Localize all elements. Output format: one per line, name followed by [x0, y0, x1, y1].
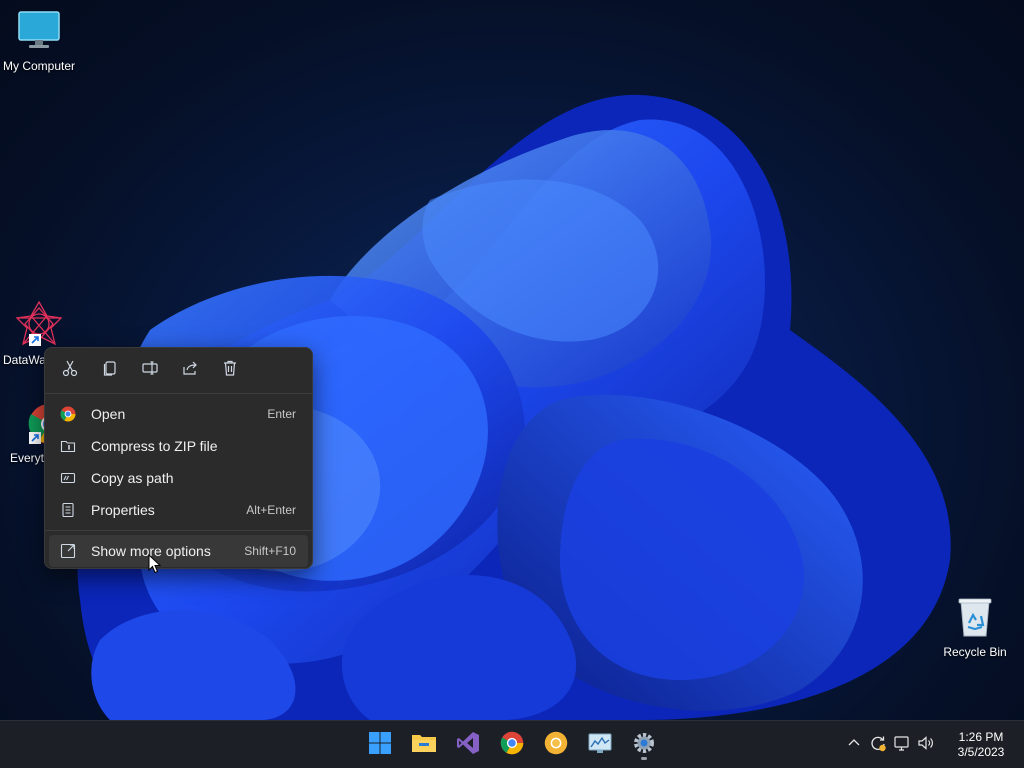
context-menu-list: Open Enter Compress to ZIP file Copy as … [45, 394, 312, 567]
rename-icon [141, 359, 159, 382]
menu-item-copy-as-path[interactable]: Copy as path [49, 462, 308, 494]
menu-item-shortcut: Alt+Enter [246, 503, 296, 517]
mouse-cursor-icon [148, 553, 162, 579]
recycle-bin-icon [936, 596, 1014, 641]
monitor-chart-icon [588, 732, 612, 759]
datawave-icon [0, 300, 78, 349]
menu-item-shortcut: Enter [267, 407, 296, 421]
menu-separator [45, 530, 312, 531]
taskbar-app-visual-studio[interactable] [450, 727, 486, 763]
chrome-icon [500, 731, 524, 760]
show-hidden-icons-button[interactable] [842, 733, 866, 757]
menu-item-show-more-options[interactable]: Show more options Shift+F10 [49, 535, 308, 567]
taskbar-app-resource-monitor[interactable] [582, 727, 618, 763]
cut-button[interactable] [55, 356, 85, 386]
speaker-icon [917, 734, 935, 757]
desktop-icon-label: Recycle Bin [943, 645, 1007, 659]
taskbar-app-settings[interactable] [626, 727, 662, 763]
desktop-icon-my-computer[interactable]: My Computer [0, 8, 78, 73]
share-icon [181, 359, 199, 382]
system-tray [842, 721, 938, 768]
scissors-icon [61, 359, 79, 382]
menu-item-properties[interactable]: Properties Alt+Enter [49, 494, 308, 526]
windows-start-icon [368, 731, 392, 760]
start-button[interactable] [362, 727, 398, 763]
delete-button[interactable] [215, 356, 245, 386]
clock-time: 1:26 PM [958, 730, 1004, 744]
folder-icon [411, 732, 437, 759]
tray-network-button[interactable] [890, 733, 914, 757]
network-icon [893, 734, 911, 757]
sync-warning-icon [869, 734, 887, 757]
desktop-icon-recycle-bin[interactable]: Recycle Bin [936, 596, 1014, 659]
chevron-up-icon [847, 736, 861, 755]
context-menu-toolbar [45, 348, 312, 394]
visual-studio-icon [456, 731, 480, 760]
context-menu: Open Enter Compress to ZIP file Copy as … [44, 347, 313, 569]
menu-item-compress-zip[interactable]: Compress to ZIP file [49, 430, 308, 462]
properties-icon [59, 501, 77, 519]
menu-item-label: Properties [91, 502, 155, 518]
taskbar: 1:26 PM 3/5/2023 [0, 720, 1024, 768]
path-icon [59, 469, 77, 487]
running-indicator [641, 757, 647, 760]
zip-folder-icon [59, 437, 77, 455]
menu-item-label: Compress to ZIP file [91, 438, 218, 454]
menu-item-shortcut: Shift+F10 [244, 544, 296, 558]
monitor-icon [0, 8, 78, 55]
copy-button[interactable] [95, 356, 125, 386]
chrome-canary-icon [544, 731, 568, 760]
rename-button[interactable] [135, 356, 165, 386]
trash-icon [221, 359, 239, 382]
menu-item-label: Show more options [91, 543, 211, 559]
share-button[interactable] [175, 356, 205, 386]
copy-icon [101, 359, 119, 382]
taskbar-app-file-explorer[interactable] [406, 727, 442, 763]
more-options-icon [59, 542, 77, 560]
taskbar-app-chrome-canary[interactable] [538, 727, 574, 763]
taskbar-clock[interactable]: 1:26 PM 3/5/2023 [948, 730, 1014, 760]
taskbar-app-chrome[interactable] [494, 727, 530, 763]
tray-sync-button[interactable] [866, 733, 890, 757]
clock-date: 3/5/2023 [957, 745, 1005, 759]
gear-icon [632, 731, 656, 760]
menu-item-label: Copy as path [91, 470, 174, 486]
desktop-icon-label: My Computer [2, 59, 76, 73]
menu-item-open[interactable]: Open Enter [49, 398, 308, 430]
menu-item-label: Open [91, 406, 126, 422]
chrome-icon [59, 405, 77, 423]
tray-volume-button[interactable] [914, 733, 938, 757]
